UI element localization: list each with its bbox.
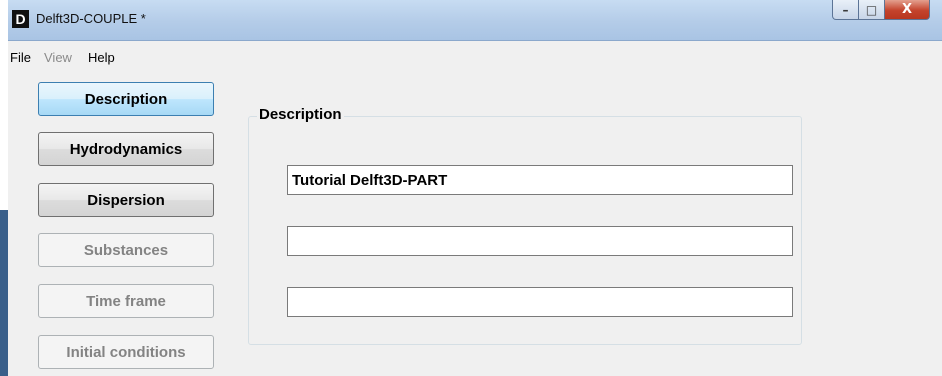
- substances-button[interactable]: Substances: [38, 233, 214, 267]
- window-left-edge: [0, 210, 8, 376]
- description-line-2-field[interactable]: [287, 226, 793, 256]
- description-group-label: Description: [257, 106, 344, 123]
- delft3d-app-icon[interactable]: D: [12, 10, 29, 28]
- window-controls: – □ X: [832, 0, 930, 20]
- description-line-1-field[interactable]: [287, 165, 793, 195]
- initial-conditions-button[interactable]: Initial conditions: [38, 335, 214, 369]
- window-title: Delft3D-COUPLE *: [36, 11, 146, 26]
- time-frame-button[interactable]: Time frame: [38, 284, 214, 318]
- minimize-icon: –: [842, 2, 849, 17]
- menu-file[interactable]: File: [10, 50, 31, 65]
- menu-help[interactable]: Help: [88, 50, 115, 65]
- menu-view[interactable]: View: [44, 50, 72, 65]
- maximize-icon: □: [865, 2, 878, 17]
- app-window: D Delft3D-COUPLE * – □ X File View Help …: [8, 0, 942, 376]
- maximize-button[interactable]: □: [859, 0, 885, 20]
- title-bar[interactable]: D Delft3D-COUPLE * – □ X: [8, 0, 942, 41]
- minimize-button[interactable]: –: [832, 0, 859, 20]
- description-line-3-field[interactable]: [287, 287, 793, 317]
- close-button[interactable]: X: [885, 0, 930, 20]
- menu-bar: File View Help: [8, 47, 942, 69]
- close-icon: X: [901, 2, 913, 17]
- hydrodynamics-button[interactable]: Hydrodynamics: [38, 132, 214, 166]
- description-button[interactable]: Description: [38, 82, 214, 116]
- dispersion-button[interactable]: Dispersion: [38, 183, 214, 217]
